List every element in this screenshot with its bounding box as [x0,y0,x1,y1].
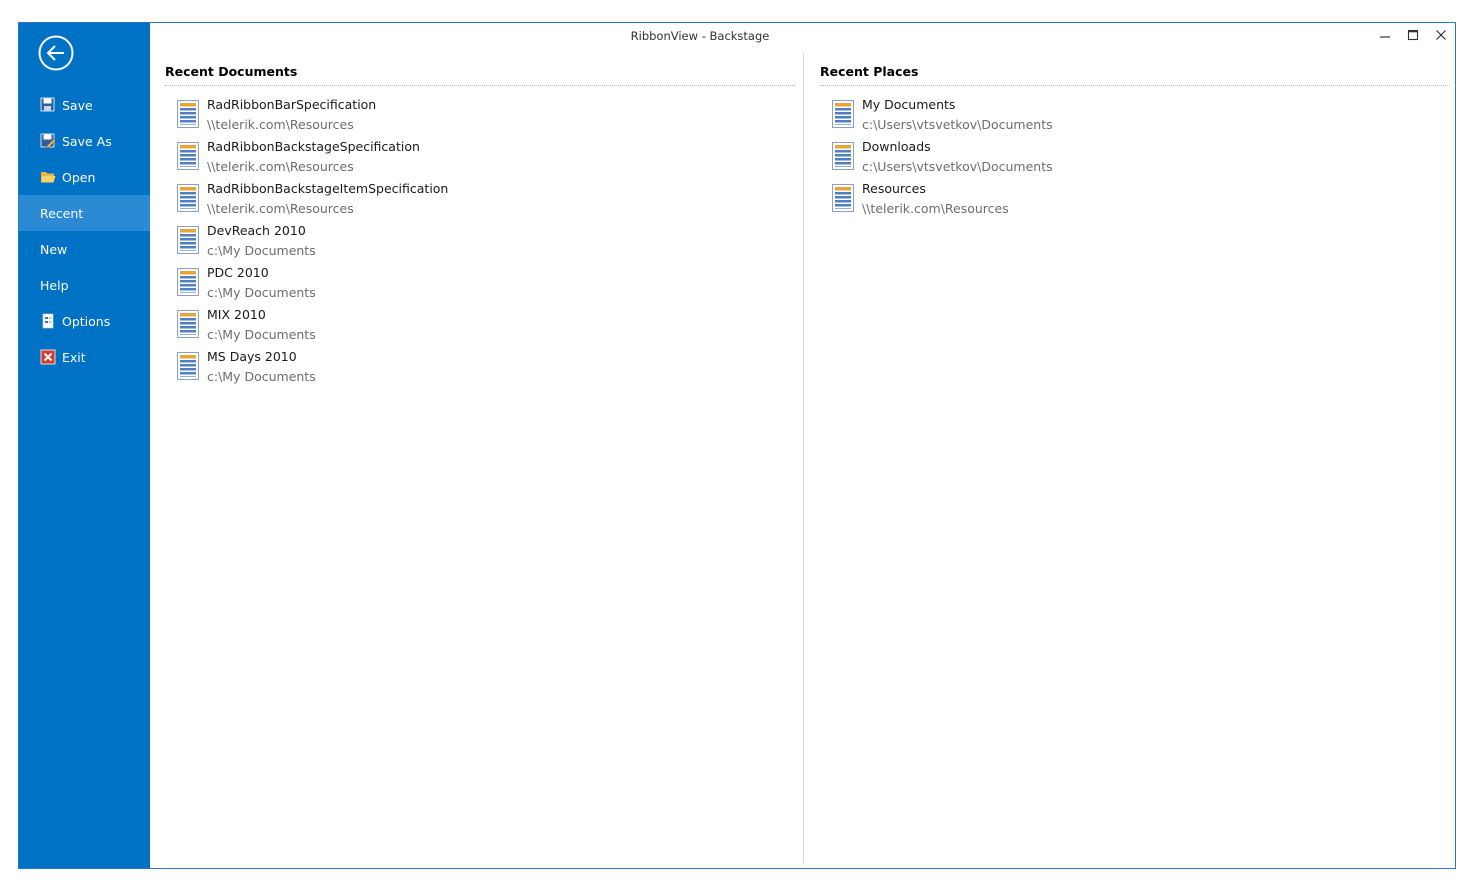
nav-item-save-as[interactable]: Save As [19,123,150,159]
back-button[interactable] [38,35,74,71]
recent-item-text: MIX 2010 c:\My Documents [207,306,316,344]
close-button[interactable] [1427,25,1455,45]
document-icon [177,184,199,212]
nav-label: Options [62,313,111,329]
backstage-window: Save Save As Open Recent New Help Option… [18,22,1456,869]
recent-item[interactable]: RadRibbonBackstageItemSpecification \\te… [165,180,795,222]
recent-item-text: RadRibbonBackstageItemSpecification \\te… [207,180,448,218]
arrow-left-circle-icon [38,35,74,71]
recent-item[interactable]: MS Days 2010 c:\My Documents [165,348,795,390]
save-as-icon [40,133,56,149]
recent-item-path: c:\My Documents [207,369,316,384]
recent-item-text: PDC 2010 c:\My Documents [207,264,316,302]
recent-item-name: RadRibbonBarSpecification [207,97,377,112]
recent-item-text: DevReach 2010 c:\My Documents [207,222,316,260]
nav-label: Save As [62,133,112,149]
document-icon [177,100,199,128]
document-icon [177,142,199,170]
recent-item-name: Resources [862,181,926,196]
recent-item-path: c:\My Documents [207,327,316,342]
window-title: RibbonView - Backstage [630,29,770,43]
recent-item-name: MS Days 2010 [207,349,297,364]
recent-item[interactable]: Downloads c:\Users\vtsvetkov\Documents [820,138,1450,180]
recent-item-path: c:\Users\vtsvetkov\Documents [862,159,1053,174]
exit-x-icon [40,349,56,365]
nav-item-recent[interactable]: Recent [19,195,150,231]
recent-item[interactable]: MIX 2010 c:\My Documents [165,306,795,348]
floppy-disk-icon [40,97,55,112]
recent-item-text: RadRibbonBackstageSpecification \\teleri… [207,138,420,176]
recent-item-name: My Documents [862,97,956,112]
recent-documents-panel: Recent Documents RadRibbonBarSpecificati… [165,63,795,390]
recent-item-path: c:\My Documents [207,285,316,300]
nav-item-save[interactable]: Save [19,87,150,123]
nav-label: Help [40,277,69,293]
document-icon [177,226,199,254]
recent-item-text: RadRibbonBarSpecification \\telerik.com\… [207,96,376,134]
recent-item-path: c:\My Documents [207,243,316,258]
title-bar: RibbonView - Backstage [150,23,1455,49]
recent-item-name: PDC 2010 [207,265,269,280]
recent-item-text: Resources \\telerik.com\Resources [862,180,1009,218]
recent-item-path: \\telerik.com\Resources [207,201,354,216]
document-icon [177,352,199,380]
nav-label: Exit [62,349,86,365]
recent-places-panel: Recent Places My Documents c:\Users\vtsv… [820,63,1450,222]
recent-documents-list: RadRibbonBarSpecification \\telerik.com\… [165,96,795,390]
recent-item-path: \\telerik.com\Resources [207,117,354,132]
recent-item[interactable]: My Documents c:\Users\vtsvetkov\Document… [820,96,1450,138]
recent-item-name: Downloads [862,139,931,154]
minimize-icon [1380,36,1390,38]
recent-item[interactable]: Resources \\telerik.com\Resources [820,180,1450,222]
recent-item-text: My Documents c:\Users\vtsvetkov\Document… [862,96,1053,134]
nav-label: Open [62,169,96,185]
recent-item-name: RadRibbonBackstageSpecification [207,139,420,154]
recent-item-name: RadRibbonBackstageItemSpecification [207,181,449,196]
nav-label: New [40,241,68,257]
options-document-icon [42,313,54,329]
recent-item[interactable]: PDC 2010 c:\My Documents [165,264,795,306]
recent-places-title: Recent Places [820,63,1450,86]
document-icon [832,184,854,212]
recent-item-text: Downloads c:\Users\vtsvetkov\Documents [862,138,1053,176]
maximize-icon [1407,29,1419,41]
maximize-button[interactable] [1399,25,1427,45]
recent-item-path: \\telerik.com\Resources [207,159,354,174]
recent-item[interactable]: RadRibbonBarSpecification \\telerik.com\… [165,96,795,138]
document-icon [832,100,854,128]
nav-item-exit[interactable]: Exit [19,339,150,375]
recent-item-text: MS Days 2010 c:\My Documents [207,348,316,386]
folder-open-icon [41,172,56,183]
recent-documents-title: Recent Documents [165,63,795,86]
nav-item-options[interactable]: Options [19,303,150,339]
nav-item-open[interactable]: Open [19,159,150,195]
recent-places-list: My Documents c:\Users\vtsvetkov\Document… [820,96,1450,222]
document-icon [177,268,199,296]
nav-item-help[interactable]: Help [19,267,150,303]
recent-item-path: \\telerik.com\Resources [862,201,1009,216]
recent-item-name: MIX 2010 [207,307,266,322]
recent-item-path: c:\Users\vtsvetkov\Documents [862,117,1053,132]
minimize-button[interactable] [1371,25,1399,45]
document-icon [832,142,854,170]
recent-item-name: DevReach 2010 [207,223,306,238]
backstage-sidebar: Save Save As Open Recent New Help Option… [19,23,150,868]
close-icon [1436,30,1446,40]
nav-item-new[interactable]: New [19,231,150,267]
nav-label: Recent [40,205,84,221]
nav-label: Save [62,97,93,113]
recent-item[interactable]: RadRibbonBackstageSpecification \\teleri… [165,138,795,180]
document-icon [177,310,199,338]
recent-item[interactable]: DevReach 2010 c:\My Documents [165,222,795,264]
panel-divider [803,53,804,863]
